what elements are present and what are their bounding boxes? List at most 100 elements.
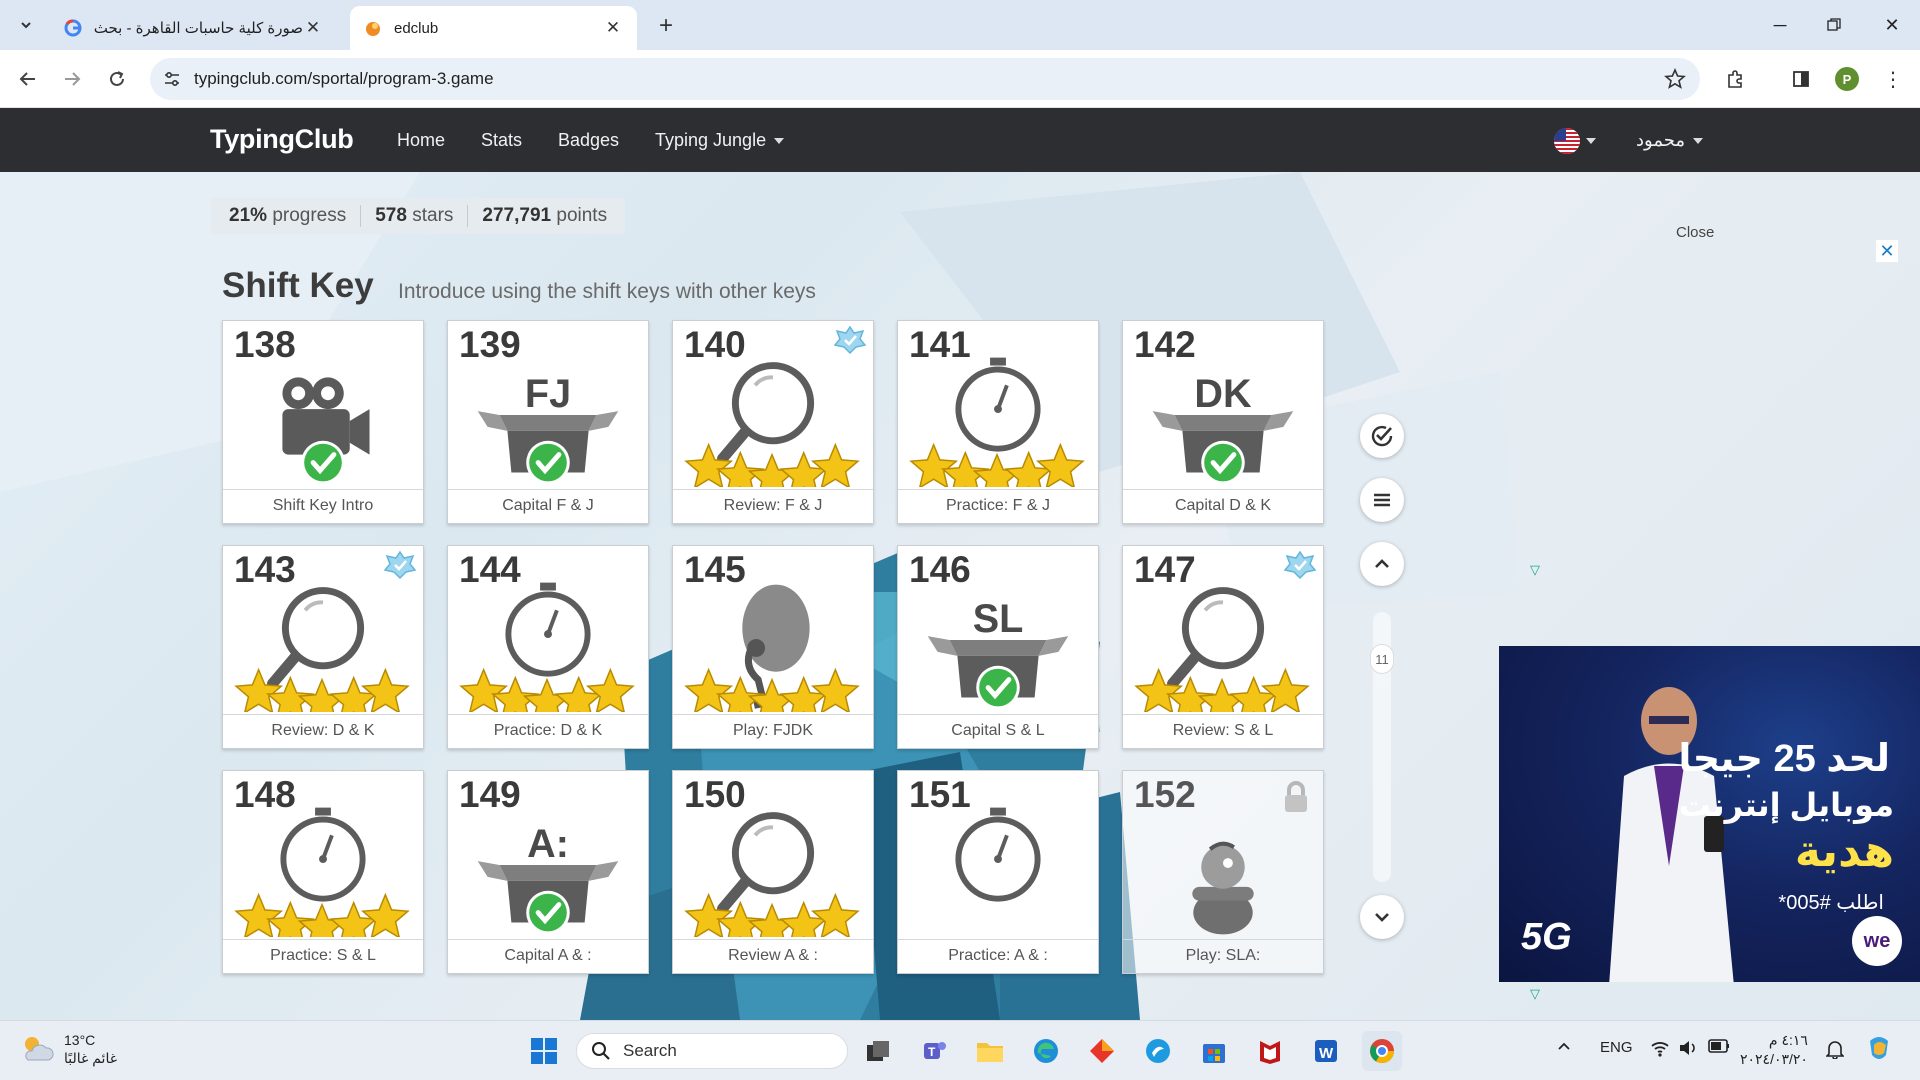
minimize-button[interactable]: ─ xyxy=(1752,8,1808,42)
close-window-button[interactable]: ✕ xyxy=(1864,8,1920,42)
volume-icon[interactable] xyxy=(1678,1039,1698,1061)
store-icon[interactable] xyxy=(1194,1031,1234,1071)
lesson-card[interactable]: 149 A: Capital A & : xyxy=(447,770,649,974)
word-icon[interactable]: W xyxy=(1306,1031,1346,1071)
lesson-card[interactable]: 146 SL Capital S & L xyxy=(897,545,1099,749)
file-explorer-icon[interactable] xyxy=(970,1031,1010,1071)
caret-down-icon xyxy=(1692,138,1703,145)
lesson-card[interactable]: 147 Review: S & L xyxy=(1122,545,1324,749)
tab-search-button[interactable] xyxy=(8,8,44,42)
reload-button[interactable] xyxy=(99,61,135,97)
lesson-scroll-thumb[interactable]: 11 xyxy=(1370,644,1394,674)
lesson-label: Play: FJDK xyxy=(673,714,873,748)
tab-edclub[interactable]: edclub ✕ xyxy=(350,6,637,50)
lesson-card[interactable]: 143 Review: D & K xyxy=(222,545,424,749)
lesson-card[interactable]: 150 Review A & : xyxy=(672,770,874,974)
lesson-card[interactable]: 138 Shift Key Intro xyxy=(222,320,424,524)
star-icon xyxy=(554,675,604,712)
arrow-right-icon xyxy=(65,72,81,86)
stopwatch-icon xyxy=(955,357,1041,452)
tab-google-search[interactable]: صورة كلية حاسبات القاهرة - بحث ✕ xyxy=(50,6,337,50)
lesson-card[interactable]: 151 Practice: A & : xyxy=(897,770,1099,974)
close-ad-label[interactable]: Close xyxy=(1676,224,1714,241)
user-name: محمود xyxy=(1636,130,1685,150)
section-title: Shift Key xyxy=(222,266,374,305)
nav-typing-jungle-label: Typing Jungle xyxy=(655,130,767,150)
copilot-icon[interactable] xyxy=(1864,1033,1894,1067)
divider xyxy=(467,205,469,227)
star-icon xyxy=(909,442,959,487)
star-icon xyxy=(459,667,509,712)
notification-bell-icon[interactable] xyxy=(1825,1039,1845,1063)
browser-toolbar: typingclub.com/sportal/program-3.game P … xyxy=(0,50,1920,108)
typingclub-logo[interactable]: TypingClub xyxy=(210,124,354,155)
lesson-card[interactable]: 142 DK Capital D & K xyxy=(1122,320,1324,524)
site-settings-icon[interactable] xyxy=(150,70,194,88)
lesson-card[interactable]: 144 Practice: D & K xyxy=(447,545,649,749)
close-tab-icon[interactable]: ✕ xyxy=(303,18,323,38)
nav-home[interactable]: Home xyxy=(397,130,445,151)
task-view-icon[interactable] xyxy=(858,1031,898,1071)
nav-typing-jungle[interactable]: Typing Jungle xyxy=(655,130,785,151)
speed-badge-icon xyxy=(833,325,867,355)
completed-filter-button[interactable] xyxy=(1360,414,1404,458)
new-tab-button[interactable]: + xyxy=(651,12,681,40)
lesson-card[interactable]: 139 FJ Capital F & J xyxy=(447,320,649,524)
adchoices-icon[interactable]: ▽ xyxy=(1530,986,1540,1002)
nav-badges[interactable]: Badges xyxy=(558,130,619,151)
star-icon xyxy=(329,675,379,712)
lesson-label: Capital D & K xyxy=(1123,489,1323,523)
us-flag-icon[interactable] xyxy=(1554,128,1580,154)
lesson-card[interactable]: 145 Play: FJDK xyxy=(672,545,874,749)
extensions-icon[interactable] xyxy=(1718,61,1754,97)
lesson-art xyxy=(1134,587,1310,712)
nav-stats[interactable]: Stats xyxy=(481,130,522,151)
restore-button[interactable] xyxy=(1806,8,1862,42)
language-dropdown[interactable] xyxy=(1586,130,1596,151)
completed-check-icon xyxy=(976,665,1020,710)
side-panel-icon[interactable] xyxy=(1783,61,1819,97)
wifi-icon[interactable] xyxy=(1650,1039,1670,1061)
bookmark-star-icon[interactable] xyxy=(1664,67,1686,95)
edge-icon[interactable] xyxy=(1026,1031,1066,1071)
scroll-down-button[interactable] xyxy=(1360,895,1404,939)
menu-button[interactable] xyxy=(1360,478,1404,522)
star-icon xyxy=(1260,667,1310,712)
restore-icon xyxy=(1827,18,1841,31)
address-bar[interactable]: typingclub.com/sportal/program-3.game xyxy=(150,58,1700,100)
star-icon xyxy=(1035,442,1085,487)
arrow-left-icon xyxy=(19,72,35,86)
mcafee-icon[interactable] xyxy=(1250,1031,1290,1071)
input-language[interactable]: ENG xyxy=(1600,1039,1633,1056)
user-menu[interactable]: محمود xyxy=(1636,130,1703,151)
advertisement-banner[interactable]: لحد 25 جيجا موبايل إنترنت هدية اطلب #005… xyxy=(1499,646,1920,982)
site-navbar: TypingClub Home Stats Badges Typing Jung… xyxy=(0,108,1920,172)
app-diamond-icon[interactable] xyxy=(1082,1031,1122,1071)
lesson-card[interactable]: 141 Practice: F & J xyxy=(897,320,1099,524)
chrome-icon[interactable] xyxy=(1362,1031,1402,1071)
google-icon xyxy=(64,19,82,37)
adchoices-icon[interactable]: ▽ xyxy=(1530,562,1540,578)
lesson-card[interactable]: 152 Play: SLA: xyxy=(1122,770,1324,974)
lesson-label: Review A & : xyxy=(673,939,873,973)
close-tab-icon[interactable]: ✕ xyxy=(603,18,623,38)
app-bird-icon[interactable] xyxy=(1138,1031,1178,1071)
menu-kebab-icon[interactable]: ⋮ xyxy=(1875,61,1911,97)
forward-button[interactable] xyxy=(54,61,90,97)
teams-icon[interactable]: T xyxy=(914,1031,954,1071)
lesson-label: Practice: A & : xyxy=(898,939,1098,973)
close-ad-icon[interactable]: ✕ xyxy=(1876,240,1898,262)
chevron-down-icon xyxy=(1375,913,1389,922)
profile-avatar[interactable]: P xyxy=(1829,61,1865,97)
taskbar-search[interactable]: Search xyxy=(576,1033,848,1069)
lesson-art xyxy=(684,362,860,487)
windows-start-icon[interactable] xyxy=(524,1031,564,1071)
scroll-up-button[interactable] xyxy=(1360,542,1404,586)
system-clock[interactable]: ٤:١٦ م ٢٠٢٤/٠٣/٢٠ xyxy=(1740,1031,1808,1069)
battery-icon[interactable] xyxy=(1708,1039,1730,1057)
lesson-card[interactable]: 148 Practice: S & L xyxy=(222,770,424,974)
back-button[interactable] xyxy=(10,61,46,97)
weather-widget[interactable]: 13°C غائم غالبًا xyxy=(20,1031,117,1067)
tray-overflow-icon[interactable] xyxy=(1556,1039,1572,1059)
lesson-card[interactable]: 140 Review: F & J xyxy=(672,320,874,524)
